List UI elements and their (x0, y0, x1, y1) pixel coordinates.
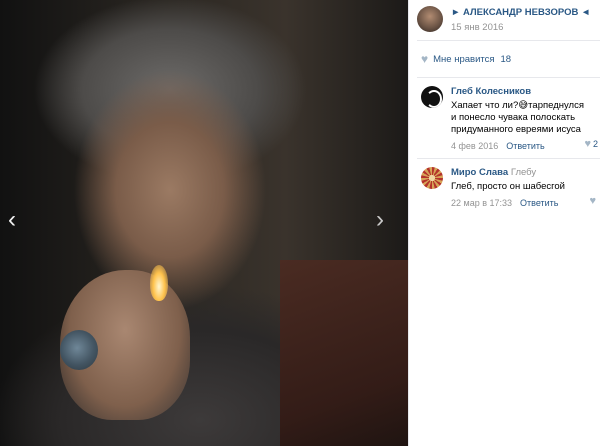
comment-like-count: 2 (592, 139, 598, 149)
comment-reply-to[interactable]: Глебу (511, 167, 536, 178)
comment-text: Хапает что ли?😅тарпеднулся и понесло чув… (451, 100, 584, 135)
comment-avatar[interactable] (421, 167, 443, 189)
comment-text: Глеб, просто он шабесгой (451, 181, 565, 192)
like-label: Мне нравится (433, 53, 495, 65)
author-name[interactable]: ► АЛЕКСАНДР НЕВЗОРОВ ◄ (451, 6, 590, 19)
reply-button[interactable]: Ответить (506, 140, 544, 152)
photo-detail (150, 265, 168, 301)
heart-icon: ♥ (421, 52, 429, 66)
comment-like-button[interactable]: ♥ (589, 195, 598, 207)
comment-meta: 22 мар в 17:33 Ответить (451, 197, 591, 209)
comment-date[interactable]: 4 фев 2016 (451, 140, 498, 152)
photo-detail (60, 330, 98, 370)
post-date[interactable]: 15 янв 2016 (451, 21, 590, 34)
like-count: 18 (500, 53, 512, 65)
photo[interactable]: ‹ › (0, 0, 408, 446)
post-info: ► АЛЕКСАНДР НЕВЗОРОВ ◄ 15 янв 2016 (451, 6, 590, 34)
heart-icon: ♥ (584, 138, 591, 150)
comment-author-line: Миро Слава Глебу (451, 167, 591, 179)
photo-detail (280, 260, 408, 446)
comment-body: Глеб Колесников Хапает что ли?😅тарпеднул… (451, 86, 591, 152)
comment-body: Миро Слава Глебу Глеб, просто он шабесго… (451, 167, 591, 209)
author-avatar[interactable] (417, 6, 443, 32)
next-photo-icon[interactable]: › (376, 208, 384, 232)
post-header: ► АЛЕКСАНДР НЕВЗОРОВ ◄ 15 янв 2016 (417, 0, 600, 40)
like-button[interactable]: ♥ Мне нравится 18 (417, 41, 600, 77)
comment-like-button[interactable]: ♥ 2 (584, 138, 598, 150)
side-panel: ► АЛЕКСАНДР НЕВЗОРОВ ◄ 15 янв 2016 ♥ Мне… (409, 0, 600, 446)
comment-date[interactable]: 22 мар в 17:33 (451, 197, 512, 209)
comment-avatar[interactable] (421, 86, 443, 108)
heart-icon: ♥ (589, 195, 596, 207)
comment-author[interactable]: Глеб Колесников (451, 86, 591, 98)
comment-author[interactable]: Миро Слава (451, 167, 508, 178)
photo-viewer: ‹ › ► АЛЕКСАНДР НЕВЗОРОВ ◄ 15 янв 2016 ♥… (0, 0, 600, 446)
comment-item: Глеб Колесников Хапает что ли?😅тарпеднул… (417, 78, 600, 158)
comment-item: Миро Слава Глебу Глеб, просто он шабесго… (417, 159, 600, 215)
reply-button[interactable]: Ответить (520, 197, 558, 209)
prev-photo-icon[interactable]: ‹ (8, 208, 16, 232)
comment-meta: 4 фев 2016 Ответить (451, 140, 591, 152)
